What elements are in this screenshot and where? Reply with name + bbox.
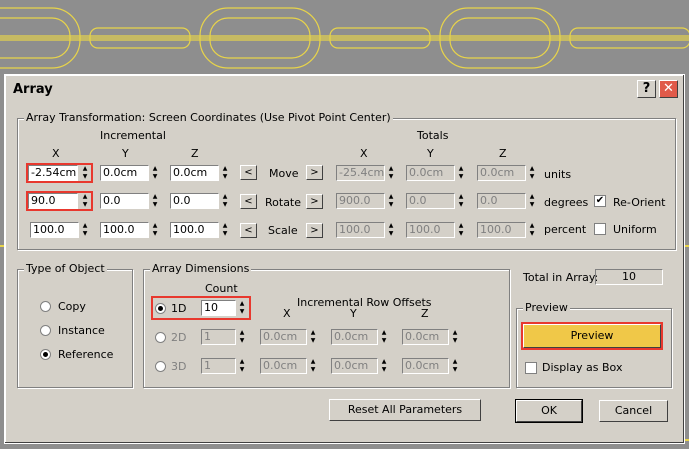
offset-x-header: X xyxy=(283,307,291,320)
display-as-box-label: Display as Box xyxy=(542,361,623,374)
rotate-y-total: 0.0 ▲ ▼ xyxy=(406,193,466,209)
scale-x-incremental[interactable]: 100.0 ▲ ▼ xyxy=(30,222,90,238)
reference-label: Reference xyxy=(58,348,114,361)
2d-offset-y: 0.0cm ▲ ▼ xyxy=(331,329,389,345)
cancel-button[interactable]: Cancel xyxy=(599,400,668,422)
scale-z-incremental[interactable]: 100.0 ▲ ▼ xyxy=(170,222,230,238)
2d-label: 2D xyxy=(171,331,187,344)
preview-group: Preview xyxy=(516,301,672,388)
help-button[interactable]: ? xyxy=(637,80,656,98)
2d-offset-z: 0.0cm ▲ ▼ xyxy=(402,329,460,345)
array-dimensions-group-label: Array Dimensions xyxy=(150,262,252,275)
rotate-x-incremental[interactable]: 90.0 ▲ ▼ xyxy=(26,191,93,211)
inc-y-header: Y xyxy=(122,147,129,160)
ok-button[interactable]: OK xyxy=(515,399,583,423)
move-y-incremental[interactable]: 0.0cm ▲ ▼ xyxy=(100,165,160,181)
transform-group-label: Array Transformation: Screen Coordinates… xyxy=(24,111,393,124)
count-label: Count xyxy=(205,282,238,295)
3d-offset-x: 0.0cm ▲ ▼ xyxy=(260,358,318,374)
scale-x-total: 100.0 ▲ ▼ xyxy=(336,222,396,238)
rotate-label: Rotate xyxy=(265,196,302,209)
offsets-label: Incremental Row Offsets xyxy=(297,296,432,309)
display-as-box-checkbox[interactable] xyxy=(525,362,537,374)
move-y-total: 0.0cm ▲ ▼ xyxy=(406,165,466,181)
offset-z-header: Z xyxy=(421,307,429,320)
scale-right-arrow-button[interactable]: > xyxy=(306,223,323,238)
instance-label: Instance xyxy=(58,324,105,337)
inc-z-header: Z xyxy=(191,147,199,160)
scale-z-total: 100.0 ▲ ▼ xyxy=(477,222,537,238)
move-x-total: -25.4cm ▲ ▼ xyxy=(336,165,396,181)
total-label: Total in Array: xyxy=(523,271,599,284)
tot-y-header: Y xyxy=(427,147,434,160)
preview-button[interactable]: Preview xyxy=(521,322,663,350)
close-button[interactable]: ✕ xyxy=(659,80,678,98)
preview-group-label: Preview xyxy=(523,301,570,314)
incremental-label: Incremental xyxy=(100,129,166,142)
3d-label: 3D xyxy=(171,360,187,373)
rotate-y-incremental[interactable]: 0.0 ▲ ▼ xyxy=(100,193,160,209)
copy-radio[interactable] xyxy=(40,301,51,312)
3d-count-input: 1 ▲ ▼ xyxy=(201,358,247,374)
title-bar: Array ? ✕ xyxy=(7,77,682,101)
scale-y-incremental[interactable]: 100.0 ▲ ▼ xyxy=(100,222,160,238)
tot-z-header: Z xyxy=(499,147,507,160)
tot-x-header: X xyxy=(360,147,368,160)
move-left-arrow-button[interactable]: < xyxy=(240,165,257,180)
rotate-z-incremental[interactable]: 0.0 ▲ ▼ xyxy=(170,193,230,209)
reference-radio[interactable] xyxy=(40,349,51,360)
scale-label: Scale xyxy=(268,224,298,237)
move-z-incremental[interactable]: 0.0cm ▲ ▼ xyxy=(170,165,230,181)
2d-offset-x: 0.0cm ▲ ▼ xyxy=(260,329,318,345)
scale-unit: percent xyxy=(544,223,587,236)
totals-label: Totals xyxy=(417,129,449,142)
instance-radio[interactable] xyxy=(40,325,51,336)
3d-offset-z: 0.0cm ▲ ▼ xyxy=(402,358,460,374)
1d-count-input[interactable]: 10 ▲ ▼ xyxy=(201,300,247,316)
total-value: 10 xyxy=(595,269,663,285)
scale-y-total: 100.0 ▲ ▼ xyxy=(406,222,466,238)
window-title: Array xyxy=(13,82,53,97)
move-z-total: 0.0cm ▲ ▼ xyxy=(477,165,537,181)
move-x-incremental[interactable]: -2.54cm ▲ ▼ xyxy=(26,163,93,183)
2d-count-input: 1 ▲ ▼ xyxy=(201,329,247,345)
3d-offset-y: 0.0cm ▲ ▼ xyxy=(331,358,389,374)
uniform-label: Uniform xyxy=(613,223,657,236)
offset-y-header: Y xyxy=(350,307,357,320)
reorient-label: Re-Orient xyxy=(613,196,666,209)
rotate-z-total: 0.0 ▲ ▼ xyxy=(477,193,537,209)
copy-label: Copy xyxy=(58,300,86,313)
1d-label: 1D xyxy=(171,302,187,315)
rotate-unit: degrees xyxy=(544,196,589,209)
rotate-x-total: 900.0 ▲ ▼ xyxy=(336,193,396,209)
rotate-left-arrow-button[interactable]: < xyxy=(240,194,257,209)
object-type-group-label: Type of Object xyxy=(24,262,107,275)
reset-all-button[interactable]: Reset All Parameters xyxy=(329,399,481,421)
inc-x-header: X xyxy=(52,147,60,160)
move-label: Move xyxy=(269,167,299,180)
rotate-right-arrow-button[interactable]: > xyxy=(306,194,323,209)
1d-radio[interactable] xyxy=(155,303,166,314)
reorient-checkbox[interactable]: ✔ xyxy=(594,195,606,207)
3d-radio[interactable] xyxy=(155,361,166,372)
move-right-arrow-button[interactable]: > xyxy=(306,165,323,180)
array-dialog: Array ? ✕ Array Transformation: Screen C… xyxy=(4,74,685,444)
scale-left-arrow-button[interactable]: < xyxy=(240,223,257,238)
2d-radio[interactable] xyxy=(155,332,166,343)
move-unit: units xyxy=(544,168,572,181)
uniform-checkbox[interactable] xyxy=(594,223,606,235)
